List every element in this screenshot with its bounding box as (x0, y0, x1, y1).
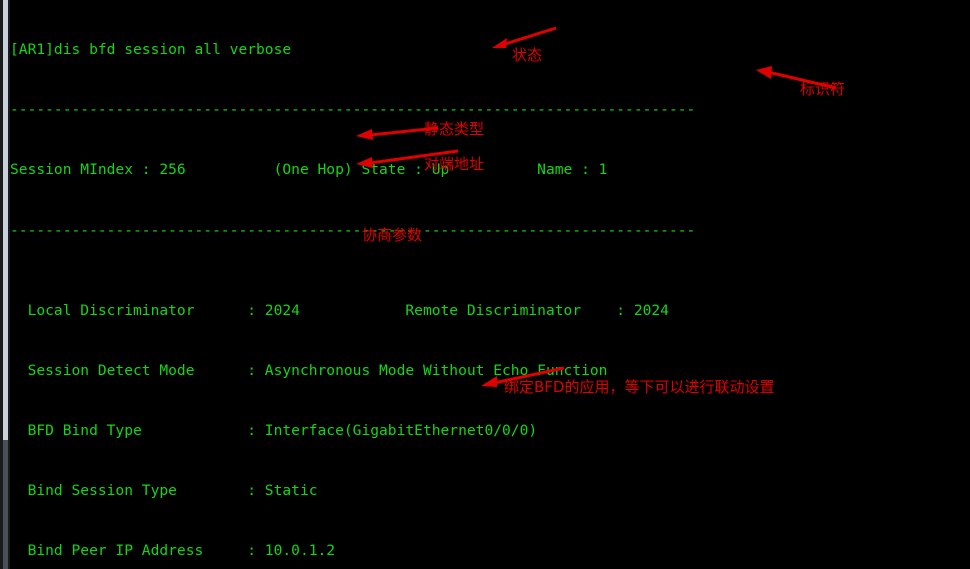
session-header-line: Session MIndex : 256 (One Hop) State : U… (10, 161, 608, 179)
output-line: Local Discriminator : 2024 Remote Discri… (10, 301, 669, 319)
output-line: Session Detect Mode : Asynchronous Mode … (10, 361, 608, 379)
output-line: Bind Peer IP Address : 10.0.1.2 (10, 542, 336, 560)
bind-application-annotation-label: 绑定BFD的应用，等下可以进行联动设置 (504, 378, 775, 396)
output-line: Bind Session Type : Static (10, 482, 318, 500)
separator-top: ----------------------------------------… (10, 101, 696, 119)
peer-address-annotation-label: 对端地址 (424, 155, 485, 173)
terminal-window: [AR1]dis bfd session all verbose -------… (0, 0, 970, 569)
command-prompt-line: [AR1]dis bfd session all verbose (10, 41, 292, 59)
output-line: BFD Bind Type : Interface(GigabitEtherne… (10, 421, 538, 439)
negotiation-annotation-label: 协商参数 (362, 226, 423, 244)
static-type-annotation-label: 静态类型 (424, 120, 485, 138)
discriminator-annotation-label: 标识符 (800, 80, 846, 98)
state-annotation-label: 状态 (512, 46, 543, 64)
separator-middle: ----------------------------------------… (10, 221, 696, 239)
scrollbar-thumb[interactable] (3, 0, 8, 440)
